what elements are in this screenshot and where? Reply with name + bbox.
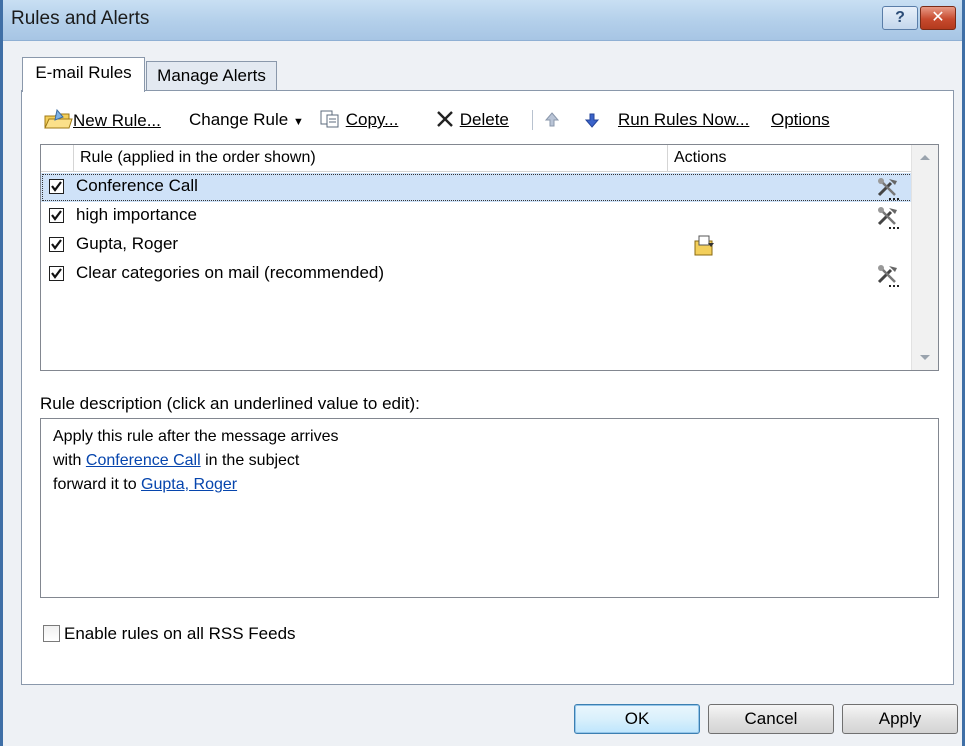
checkmark-icon — [51, 181, 62, 192]
scroll-up-icon[interactable] — [920, 155, 930, 160]
change-rule-button[interactable]: Change Rule ▼ — [189, 108, 304, 134]
description-line: forward it to Gupta, Roger — [53, 473, 926, 497]
copy-label: Copy... — [345, 110, 399, 129]
delete-label: Delete — [459, 110, 509, 129]
options-button[interactable]: Options — [771, 108, 830, 134]
rules-and-alerts-window: Rules and Alerts ? ✕ E-mail Rules Manage… — [0, 0, 965, 746]
window-title: Rules and Alerts — [11, 8, 150, 29]
tab-email-rules[interactable]: E-mail Rules — [22, 57, 145, 92]
move-to-folder-icon — [694, 235, 714, 256]
subject-value-link[interactable]: Conference Call — [86, 452, 201, 469]
rule-row[interactable]: Clear categories on mail (recommended) — [41, 260, 913, 289]
run-rules-now-label: Run Rules Now... — [618, 110, 750, 129]
column-header-actions[interactable]: Actions — [668, 145, 913, 171]
rule-checkbox[interactable] — [49, 208, 64, 223]
arrow-up-icon — [544, 112, 560, 127]
tab-manage-alerts[interactable]: Manage Alerts — [146, 61, 277, 91]
cancel-button[interactable]: Cancel — [708, 704, 834, 734]
help-button[interactable]: ? — [882, 6, 918, 30]
rule-checkbox[interactable] — [49, 237, 64, 252]
new-rule-button[interactable]: New Rule... — [43, 108, 161, 134]
rules-list-scrollbar[interactable] — [911, 145, 938, 370]
apply-button[interactable]: Apply — [842, 704, 958, 734]
move-up-button[interactable] — [544, 108, 560, 134]
rules-list-header: Rule (applied in the order shown) Action… — [41, 145, 913, 172]
title-bar: Rules and Alerts ? ✕ — [3, 0, 962, 41]
copy-button[interactable]: Copy... — [319, 108, 398, 134]
dropdown-arrow-icon: ▼ — [292, 116, 304, 128]
rule-description-box: Apply this rule after the message arrive… — [40, 418, 939, 598]
rule-name: Conference Call — [76, 176, 198, 195]
tools-icon — [877, 178, 899, 200]
column-header-rule[interactable]: Rule (applied in the order shown) — [73, 145, 668, 171]
rule-name: Clear categories on mail (recommended) — [76, 263, 385, 282]
rule-name: Gupta, Roger — [76, 234, 179, 253]
arrow-down-icon — [584, 113, 600, 128]
toolbar-separator — [532, 110, 533, 130]
ok-button[interactable]: OK — [574, 704, 700, 734]
delete-button[interactable]: Delete — [435, 108, 509, 134]
rule-checkbox[interactable] — [49, 179, 64, 194]
close-button[interactable]: ✕ — [920, 6, 956, 30]
tools-icon — [877, 207, 899, 229]
rule-row[interactable]: Conference Call — [41, 173, 913, 202]
enable-rss-rules-option[interactable]: Enable rules on all RSS Feeds — [43, 624, 296, 644]
rule-row[interactable]: Gupta, Roger — [41, 231, 913, 260]
run-rules-now-button[interactable]: Run Rules Now... — [618, 108, 749, 134]
delete-x-icon — [437, 111, 453, 127]
rule-row[interactable]: high importance — [41, 202, 913, 231]
new-rule-icon — [44, 108, 73, 129]
checkmark-icon — [51, 210, 62, 221]
description-line: Apply this rule after the message arrive… — [53, 428, 339, 445]
checkmark-icon — [51, 239, 62, 250]
rules-list[interactable]: Rule (applied in the order shown) Action… — [40, 144, 939, 371]
rules-toolbar: New Rule... Change Rule ▼ Copy... Delete — [43, 108, 943, 134]
scroll-down-icon[interactable] — [920, 355, 930, 360]
enable-rss-rules-label: Enable rules on all RSS Feeds — [64, 624, 296, 643]
rule-description-label: Rule description (click an underlined va… — [40, 394, 420, 413]
rule-name: high importance — [76, 205, 197, 224]
move-down-button[interactable] — [584, 108, 600, 134]
description-text: with — [53, 452, 86, 469]
new-rule-label: New Rule... — [73, 111, 161, 130]
rule-checkbox[interactable] — [49, 266, 64, 281]
description-line: with Conference Call in the subject — [53, 449, 926, 473]
enable-rss-rules-checkbox[interactable] — [43, 625, 60, 642]
description-text: in the subject — [200, 452, 300, 469]
copy-icon — [320, 110, 339, 128]
description-text: forward it to — [53, 476, 142, 493]
tools-icon — [877, 265, 899, 287]
checkmark-icon — [51, 268, 62, 279]
options-label: Options — [771, 110, 830, 129]
forward-recipient-link[interactable]: Gupta, Roger — [141, 476, 237, 493]
change-rule-label: Change Rule — [189, 110, 289, 129]
